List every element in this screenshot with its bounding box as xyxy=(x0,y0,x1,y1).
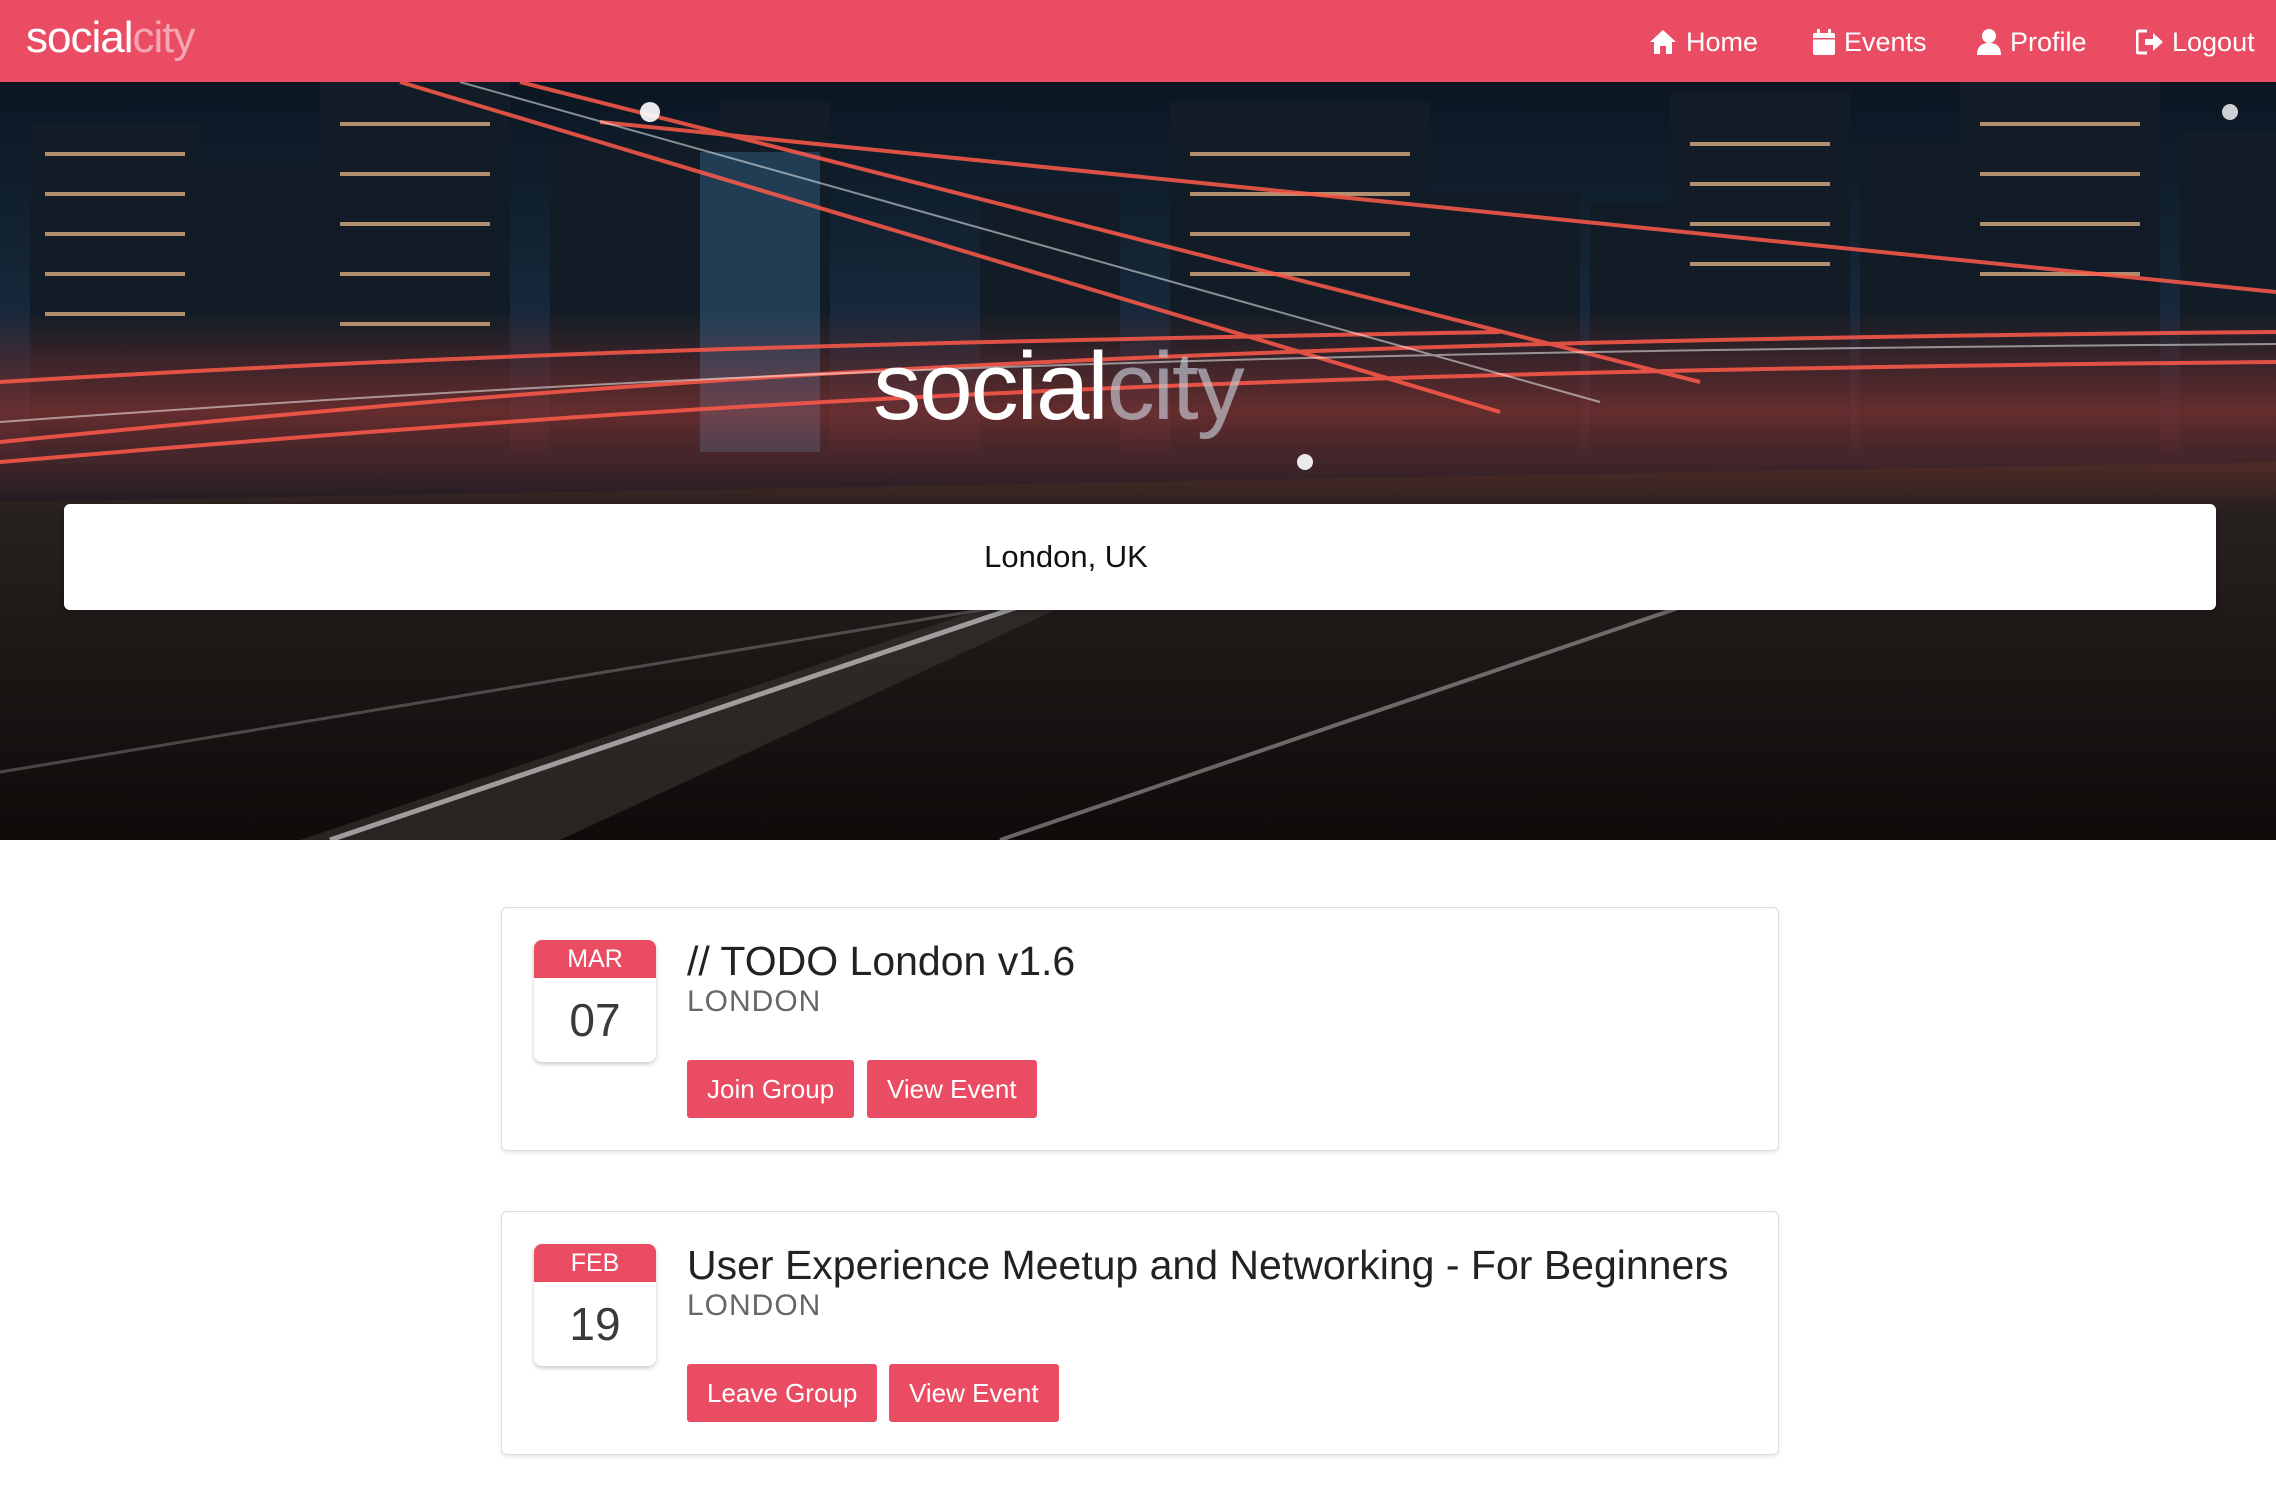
hero-banner: socialcity London, UK xyxy=(0,82,2276,840)
city-background-image xyxy=(0,82,2276,840)
view-event-button[interactable]: View Event xyxy=(867,1060,1037,1118)
event-day: 07 xyxy=(569,994,621,1046)
nav-home-label: Home xyxy=(1686,26,1759,57)
location-search-box[interactable]: London, UK xyxy=(64,504,2216,610)
join-group-button[interactable]: Join Group xyxy=(687,1060,855,1118)
event-date-badge: FEB 19 xyxy=(534,1244,656,1366)
location-value: London, UK xyxy=(984,539,1148,574)
nav-events[interactable]: Events xyxy=(1812,22,1927,62)
nav-events-label: Events xyxy=(1844,26,1927,57)
brand-logo-part2: city xyxy=(132,13,196,62)
event-day: 19 xyxy=(569,1298,621,1350)
nav-profile[interactable]: Profile xyxy=(1976,22,2087,62)
sign-out-icon xyxy=(2136,29,2164,55)
hero-title-part2: city xyxy=(1106,333,1245,440)
brand-logo[interactable]: socialcity xyxy=(26,10,196,66)
event-date-badge: MAR 07 xyxy=(534,940,656,1062)
leave-group-button[interactable]: Leave Group xyxy=(687,1364,878,1422)
event-title: // TODO London v1.6 xyxy=(687,938,1076,984)
nav-logout[interactable]: Logout xyxy=(2136,22,2255,62)
view-event-button[interactable]: View Event xyxy=(889,1364,1059,1422)
event-month: FEB xyxy=(534,1244,656,1282)
user-icon xyxy=(1976,28,2002,56)
event-city: LONDON xyxy=(687,1289,822,1322)
hero-title-part1: social xyxy=(873,333,1108,440)
brand-logo-part1: social xyxy=(26,13,133,62)
home-icon xyxy=(1648,28,1678,56)
hero-title: socialcity xyxy=(0,332,2196,442)
event-month: MAR xyxy=(534,940,656,978)
event-title: User Experience Meetup and Networking - … xyxy=(687,1242,1729,1288)
event-card: FEB 19 User Experience Meetup and Networ… xyxy=(501,1211,1779,1455)
navbar: socialcity Home Events Profile Logout xyxy=(0,0,2276,82)
event-card: MAR 07 // TODO London v1.6 LONDON Join G… xyxy=(501,907,1779,1151)
nav-profile-label: Profile xyxy=(2010,26,2087,57)
event-city: LONDON xyxy=(687,985,822,1018)
calendar-icon xyxy=(1812,28,1836,56)
nav-logout-label: Logout xyxy=(2172,26,2255,57)
nav-home[interactable]: Home xyxy=(1648,22,1758,62)
